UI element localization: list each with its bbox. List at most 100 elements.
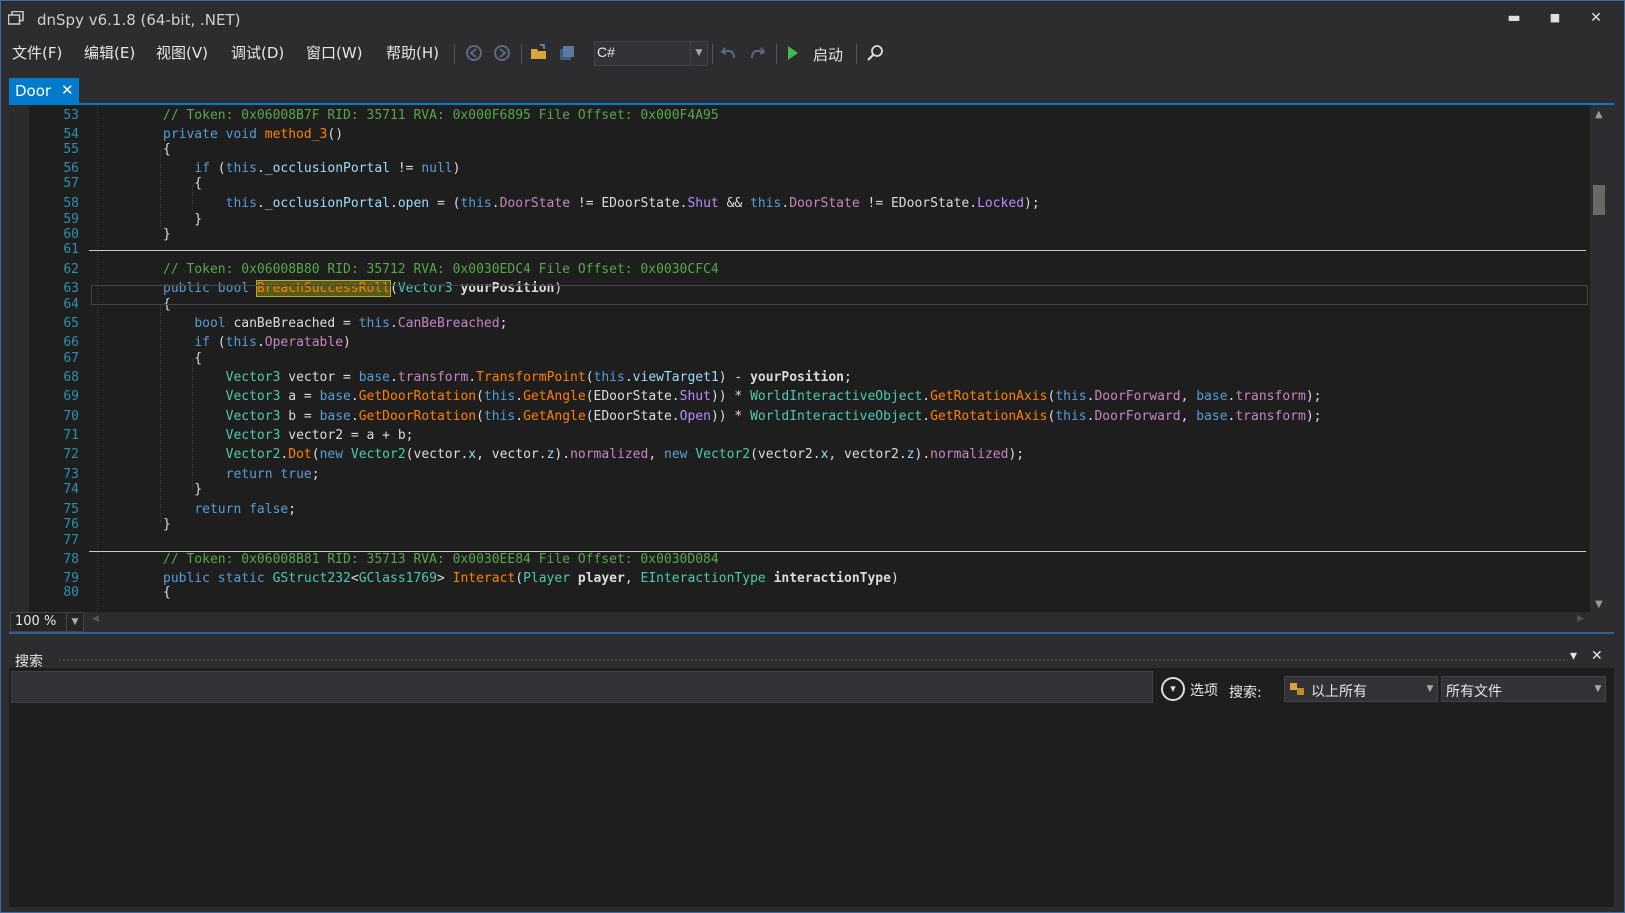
line-number: 53 <box>63 108 79 123</box>
panel-menu-button[interactable]: ▾ <box>1570 648 1577 664</box>
code-text[interactable]: // Token: 0x06008B81 RID: 35713 RVA: 0x0… <box>163 552 719 567</box>
code-text[interactable]: Vector3 vector2 = a + b; <box>163 428 414 443</box>
code-text[interactable]: return false; <box>163 502 296 517</box>
horizontal-scrollbar[interactable]: ◀ ▶ <box>92 612 1590 630</box>
line-number: 65 <box>63 316 79 331</box>
search-panel-header <box>9 640 1614 668</box>
search-input[interactable] <box>11 671 1153 703</box>
chevron-down-icon: ▼ <box>1594 684 1602 694</box>
maximize-button[interactable]: ■ <box>1538 6 1572 30</box>
menu-view[interactable]: 视图(V) <box>156 42 208 63</box>
window-title: dnSpy v6.1.8 (64-bit, .NET) <box>37 11 241 29</box>
code-text[interactable]: { <box>163 585 171 600</box>
panel-grip <box>58 658 1568 662</box>
undo-icon[interactable] <box>720 44 738 62</box>
minimize-button[interactable]: ▬ <box>1497 6 1531 30</box>
code-text[interactable]: if (this._occlusionPortal != null) <box>163 161 460 176</box>
vertical-scrollbar[interactable]: ▲ ▼ <box>1590 105 1612 617</box>
code-text[interactable]: public static GStruct232<GClass1769> Int… <box>163 571 899 586</box>
line-number: 78 <box>63 552 79 567</box>
close-button[interactable]: ✕ <box>1579 6 1613 30</box>
code-text[interactable]: Vector2.Dot(new Vector2(vector.x, vector… <box>163 447 1024 462</box>
menu-window[interactable]: 窗口(W) <box>306 42 363 63</box>
indent-guide <box>160 150 161 228</box>
code-text[interactable]: // Token: 0x06008B80 RID: 35712 RVA: 0x0… <box>163 262 719 277</box>
chevron-down-icon: ▼ <box>1426 684 1434 694</box>
chevron-down-circle-icon[interactable]: ▾ <box>1161 677 1185 701</box>
method-separator <box>89 551 1586 552</box>
code-editor[interactable]: 53 // Token: 0x06008B7F RID: 35711 RVA: 0… <box>9 105 1612 617</box>
code-text[interactable]: Vector3 a = base.GetDoorRotation(this.Ge… <box>163 389 1322 404</box>
options-toggle[interactable]: 选项 <box>1190 680 1218 700</box>
line-number: 70 <box>63 409 79 424</box>
zoom-select[interactable]: 100 % ▼ <box>10 612 84 632</box>
app-icon <box>8 11 24 25</box>
search-icon[interactable] <box>866 44 884 62</box>
line-number: 73 <box>63 467 79 482</box>
search-scope-value: 以上所有 <box>1311 684 1367 700</box>
code-text[interactable]: return true; <box>163 467 320 482</box>
toolbar-separator <box>521 44 522 64</box>
code-text[interactable]: } <box>163 227 171 242</box>
language-select[interactable]: C# ▼ <box>594 41 708 66</box>
save-all-icon[interactable] <box>558 44 576 62</box>
forward-icon[interactable] <box>493 44 511 62</box>
line-number: 55 <box>63 142 79 157</box>
play-icon[interactable] <box>786 44 800 62</box>
scroll-up-icon[interactable]: ▲ <box>1595 109 1603 120</box>
zoom-value: 100 % <box>15 614 57 629</box>
search-files-select[interactable]: 所有文件 ▼ <box>1441 676 1606 702</box>
line-number: 61 <box>63 242 79 257</box>
code-text[interactable]: { <box>163 351 202 366</box>
line-number: 64 <box>63 297 79 312</box>
code-text[interactable]: // Token: 0x06008B7F RID: 35711 RVA: 0x0… <box>163 108 719 123</box>
chevron-down-icon: ▼ <box>690 42 707 65</box>
chevron-down-icon: ▼ <box>66 613 83 631</box>
tab-door[interactable]: Door ✕ <box>9 78 79 104</box>
line-number: 68 <box>63 370 79 385</box>
code-text[interactable]: { <box>163 176 202 191</box>
panel-close-button[interactable]: ✕ <box>1591 648 1603 664</box>
line-number: 75 <box>63 502 79 517</box>
code-text[interactable]: } <box>163 517 171 532</box>
line-number: 79 <box>63 571 79 586</box>
start-button[interactable]: 启动 <box>813 44 843 65</box>
redo-icon[interactable] <box>748 44 766 62</box>
scope-icon <box>1290 683 1304 695</box>
open-folder-icon[interactable] <box>530 44 548 62</box>
language-value: C# <box>597 44 615 60</box>
search-scope-select[interactable]: 以上所有 ▼ <box>1284 676 1438 702</box>
line-number: 54 <box>63 127 79 142</box>
scroll-left-icon[interactable]: ◀ <box>92 614 99 624</box>
code-text[interactable]: if (this.Operatable) <box>163 335 351 350</box>
tab-label: Door <box>15 82 52 100</box>
scroll-down-icon[interactable]: ▼ <box>1595 599 1603 610</box>
line-number: 66 <box>63 335 79 350</box>
scrollbar-thumb[interactable] <box>1593 185 1605 215</box>
toolbar-separator <box>776 44 777 64</box>
menu-edit[interactable]: 编辑(E) <box>84 42 135 63</box>
back-icon[interactable] <box>465 44 483 62</box>
toolbar-separator <box>454 44 455 64</box>
code-text[interactable]: Vector3 vector = base.transform.Transfor… <box>163 370 852 385</box>
line-number: 77 <box>63 533 79 548</box>
search-files-value: 所有文件 <box>1446 684 1502 700</box>
close-icon[interactable]: ✕ <box>61 81 74 99</box>
code-text[interactable]: Vector3 b = base.GetDoorRotation(this.Ge… <box>163 409 1322 424</box>
menu-help[interactable]: 帮助(H) <box>386 42 439 63</box>
code-text[interactable]: this._occlusionPortal.open = (this.DoorS… <box>163 196 1040 211</box>
menu-file[interactable]: 文件(F) <box>12 42 62 63</box>
menu-debug[interactable]: 调试(D) <box>231 42 284 63</box>
code-text[interactable]: { <box>163 142 171 157</box>
search-panel-title: 搜索 <box>15 654 43 670</box>
code-text[interactable]: } <box>163 212 202 227</box>
line-number: 76 <box>63 517 79 532</box>
scroll-right-icon[interactable]: ▶ <box>1577 614 1584 624</box>
method-separator <box>89 250 1586 251</box>
line-number: 62 <box>63 262 79 277</box>
line-number: 59 <box>63 212 79 227</box>
code-text[interactable]: } <box>163 482 202 497</box>
indent-guide <box>97 105 98 617</box>
code-text[interactable]: bool canBeBreached = this.CanBeBreached; <box>163 316 507 331</box>
code-text[interactable]: private void method_3() <box>163 127 343 142</box>
